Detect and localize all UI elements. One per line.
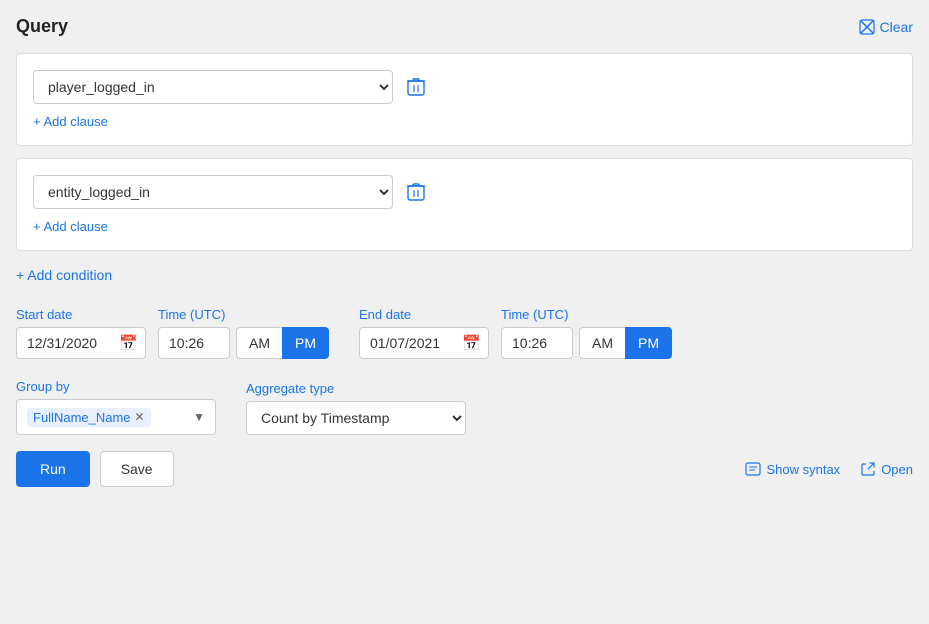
- open-label: Open: [881, 462, 913, 477]
- trash-icon: [407, 77, 425, 97]
- left-actions: Run Save: [16, 451, 174, 487]
- end-time-field: Time (UTC) AM PM: [501, 307, 672, 359]
- add-clause-1-label: + Add clause: [33, 114, 108, 129]
- end-date-label: End date: [359, 307, 489, 322]
- start-date-label: Start date: [16, 307, 146, 322]
- show-syntax-label: Show syntax: [766, 462, 840, 477]
- end-pm-button[interactable]: PM: [625, 327, 672, 359]
- group-by-label: Group by: [16, 379, 216, 394]
- clear-label: Clear: [880, 19, 913, 35]
- save-button[interactable]: Save: [100, 451, 174, 487]
- clear-icon: [859, 19, 875, 35]
- start-calendar-icon[interactable]: 📅: [119, 334, 138, 352]
- add-condition-button[interactable]: + Add condition: [16, 263, 112, 287]
- trash-icon-2: [407, 182, 425, 202]
- start-time-input[interactable]: [158, 327, 230, 359]
- aggregate-select[interactable]: Count by Timestamp Sum Average Min Max: [246, 401, 466, 435]
- end-time-label: Time (UTC): [501, 307, 672, 322]
- add-condition-label: + Add condition: [16, 267, 112, 283]
- start-date-group: Start date 📅 Time (UTC) AM PM: [16, 307, 329, 359]
- condition-row-1: player_logged_in: [33, 70, 896, 104]
- show-syntax-icon: [745, 461, 761, 477]
- condition-box-1: player_logged_in + Add clause: [16, 53, 913, 146]
- page-title: Query: [16, 16, 68, 37]
- bottom-section: Group by FullName_Name ✕ ▼ Aggregate typ…: [16, 379, 913, 435]
- end-date-field: End date 📅: [359, 307, 489, 359]
- condition-row-2: entity_logged_in: [33, 175, 896, 209]
- start-date-input-wrap: 📅: [16, 327, 146, 359]
- remove-group-by-tag[interactable]: ✕: [135, 411, 145, 423]
- aggregate-label: Aggregate type: [246, 381, 466, 396]
- right-actions: Show syntax Open: [745, 461, 913, 477]
- delete-condition-1-button[interactable]: [403, 73, 429, 101]
- end-date-group: End date 📅 Time (UTC) AM PM: [359, 307, 672, 359]
- group-by-input[interactable]: FullName_Name ✕ ▼: [16, 399, 216, 435]
- start-pm-button[interactable]: PM: [282, 327, 329, 359]
- add-clause-2-button[interactable]: + Add clause: [33, 219, 108, 234]
- end-time-input[interactable]: [501, 327, 573, 359]
- show-syntax-button[interactable]: Show syntax: [745, 461, 840, 477]
- action-row: Run Save Show syntax Open: [16, 451, 913, 487]
- add-clause-1-button[interactable]: + Add clause: [33, 114, 108, 129]
- end-ampm-group: AM PM: [579, 327, 672, 359]
- end-date-input-wrap: 📅: [359, 327, 489, 359]
- start-time-label: Time (UTC): [158, 307, 329, 322]
- start-date-field: Start date 📅: [16, 307, 146, 359]
- end-calendar-icon[interactable]: 📅: [462, 334, 481, 352]
- group-by-wrap: Group by FullName_Name ✕ ▼: [16, 379, 216, 435]
- end-am-button[interactable]: AM: [579, 327, 625, 359]
- start-time-field: Time (UTC) AM PM: [158, 307, 329, 359]
- start-am-button[interactable]: AM: [236, 327, 282, 359]
- group-by-chevron-icon: ▼: [193, 410, 205, 424]
- condition-box-2: entity_logged_in + Add clause: [16, 158, 913, 251]
- run-button[interactable]: Run: [16, 451, 90, 487]
- page-header: Query Clear: [16, 16, 913, 37]
- aggregate-wrap: Aggregate type Count by Timestamp Sum Av…: [246, 381, 466, 435]
- date-time-section: Start date 📅 Time (UTC) AM PM End date 📅: [16, 307, 913, 359]
- open-button[interactable]: Open: [860, 461, 913, 477]
- event-select-1[interactable]: player_logged_in: [33, 70, 393, 104]
- clear-button[interactable]: Clear: [859, 19, 913, 35]
- add-clause-2-label: + Add clause: [33, 219, 108, 234]
- event-select-2[interactable]: entity_logged_in: [33, 175, 393, 209]
- start-ampm-group: AM PM: [236, 327, 329, 359]
- delete-condition-2-button[interactable]: [403, 178, 429, 206]
- group-by-tag-value: FullName_Name: [33, 410, 131, 425]
- open-icon: [860, 461, 876, 477]
- group-by-tag: FullName_Name ✕: [27, 408, 151, 427]
